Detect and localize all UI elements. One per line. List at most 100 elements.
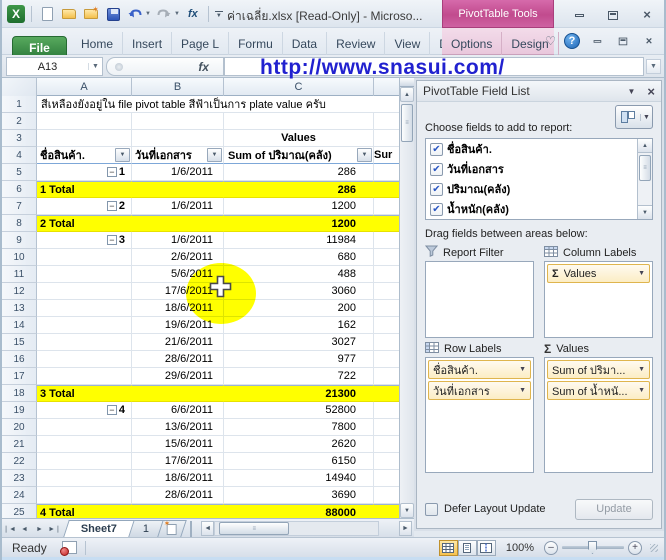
total-value-cell[interactable]: 1200: [224, 215, 374, 232]
group-cell[interactable]: [37, 419, 132, 436]
group-cell[interactable]: [37, 266, 132, 283]
panel-close-icon[interactable]: ×: [647, 84, 655, 99]
row-number[interactable]: 4: [2, 147, 37, 164]
vertical-scrollbar[interactable]: ▲ ≡ ▼: [399, 78, 414, 518]
open-folder-icon[interactable]: [60, 5, 78, 23]
group-cell[interactable]: −3: [37, 232, 132, 249]
row-number[interactable]: 6: [2, 181, 37, 198]
area-values-box[interactable]: Sum of ปริมา...▼Sum of น้ำหนั...▼: [544, 357, 653, 473]
collapse-icon[interactable]: −: [107, 167, 117, 177]
cell[interactable]: [132, 130, 224, 147]
row-number[interactable]: 22: [2, 453, 37, 470]
row-number[interactable]: 15: [2, 334, 37, 351]
undo-icon[interactable]: [126, 5, 144, 23]
field-scroll-down-icon[interactable]: ▼: [638, 205, 652, 219]
cell[interactable]: [374, 130, 399, 147]
first-sheet-icon[interactable]: ❘◄: [2, 521, 17, 537]
area-report-filter-box[interactable]: [425, 261, 534, 338]
row-number[interactable]: 20: [2, 419, 37, 436]
zoom-in-icon[interactable]: +: [628, 541, 642, 555]
tab-view[interactable]: View: [385, 32, 430, 55]
column-header-a[interactable]: A: [37, 78, 132, 96]
tab-options[interactable]: Options: [442, 32, 502, 55]
cell[interactable]: [37, 130, 132, 147]
hscroll-right-icon[interactable]: ►: [399, 521, 412, 536]
pivot-header-cell[interactable]: Sur: [374, 147, 399, 164]
row-number[interactable]: 5: [2, 164, 37, 181]
normal-view-icon[interactable]: [439, 540, 458, 556]
collapse-icon[interactable]: −: [107, 235, 117, 245]
filter-dropdown-icon[interactable]: ▼: [115, 148, 130, 162]
cell[interactable]: [132, 504, 224, 518]
pivot-header-cell[interactable]: ชื่อสินค้า.▼: [37, 147, 132, 164]
collapse-icon[interactable]: −: [107, 405, 117, 415]
value-cell[interactable]: 11984: [224, 232, 374, 249]
note-cell[interactable]: สีเหลืองยังอยู่ใน file pivot table สีฟ้า…: [37, 96, 399, 113]
group-cell[interactable]: [37, 283, 132, 300]
cell[interactable]: [374, 436, 399, 453]
save-icon[interactable]: [104, 5, 122, 23]
row-number[interactable]: 19: [2, 402, 37, 419]
column-header-b[interactable]: B: [132, 78, 224, 96]
cell[interactable]: [132, 215, 224, 232]
insert-worksheet-icon[interactable]: [157, 520, 187, 537]
field-checkbox[interactable]: ✔: [430, 203, 443, 216]
value-cell[interactable]: 286: [224, 164, 374, 181]
group-cell[interactable]: [37, 470, 132, 487]
zoom-out-icon[interactable]: –: [544, 541, 558, 555]
cell[interactable]: [37, 113, 132, 130]
date-cell[interactable]: 1/6/2011: [132, 232, 224, 249]
row-number[interactable]: 23: [2, 470, 37, 487]
undo-caret-icon[interactable]: ▼: [145, 11, 151, 17]
redo-caret-icon[interactable]: ▼: [174, 11, 180, 17]
row-number[interactable]: 18: [2, 385, 37, 402]
total-value-cell[interactable]: 88000: [224, 504, 374, 518]
field-checkbox[interactable]: ✔: [430, 143, 443, 156]
cell[interactable]: [374, 215, 399, 232]
total-label-cell[interactable]: 3 Total: [37, 385, 132, 402]
field-item[interactable]: ✔วันที่เอกสาร: [426, 159, 637, 179]
open-recent-icon[interactable]: [82, 5, 100, 23]
collapse-icon[interactable]: −: [107, 201, 117, 211]
field-pill[interactable]: Sum of ปริมา...▼: [547, 360, 650, 379]
customize-qat-icon[interactable]: ▼: [215, 11, 223, 18]
row-number[interactable]: 16: [2, 351, 37, 368]
pill-dropdown-icon[interactable]: ▼: [638, 366, 645, 373]
row-number[interactable]: 17: [2, 368, 37, 385]
last-sheet-icon[interactable]: ►❘: [47, 521, 62, 537]
cell[interactable]: [374, 470, 399, 487]
panel-menu-caret-icon[interactable]: ▼: [627, 87, 635, 96]
hscroll-thumb[interactable]: ≡: [219, 522, 289, 535]
row-number[interactable]: 8: [2, 215, 37, 232]
field-pill[interactable]: ชื่อสินค้า.▼: [428, 360, 531, 379]
help-icon[interactable]: ?: [564, 33, 580, 49]
field-list-scrollbar[interactable]: ▲ ≡ ▼: [637, 139, 652, 219]
row-number[interactable]: 9: [2, 232, 37, 249]
tab-page-l[interactable]: Page L: [172, 32, 229, 55]
pivot-header-cell[interactable]: วันที่เอกสาร▼: [132, 147, 224, 164]
excel-logo-icon[interactable]: X: [7, 5, 25, 23]
date-cell[interactable]: 28/6/2011: [132, 351, 224, 368]
zoom-slider-handle[interactable]: [588, 541, 597, 554]
cell[interactable]: [374, 266, 399, 283]
workbook-close-button[interactable]: ×: [641, 35, 656, 47]
row-number[interactable]: 13: [2, 300, 37, 317]
cell[interactable]: [132, 181, 224, 198]
insert-function-button[interactable]: fx: [198, 60, 209, 74]
pill-dropdown-icon[interactable]: ▼: [519, 366, 526, 373]
row-number[interactable]: 24: [2, 487, 37, 504]
field-pill[interactable]: วันที่เอกสาร▼: [428, 381, 531, 400]
tab-review[interactable]: Review: [327, 32, 385, 55]
group-cell[interactable]: [37, 317, 132, 334]
column-header-partial[interactable]: [374, 78, 399, 96]
group-cell[interactable]: −4: [37, 402, 132, 419]
value-cell[interactable]: 7800: [224, 419, 374, 436]
cell[interactable]: [374, 198, 399, 215]
scroll-down-icon[interactable]: ▼: [400, 503, 414, 518]
insert-function-icon[interactable]: fx: [184, 5, 202, 23]
scrollbar-thumb[interactable]: ≡: [401, 104, 413, 142]
field-pill[interactable]: ΣValues▼: [547, 264, 650, 283]
redo-icon[interactable]: [155, 5, 173, 23]
field-scrollbar-thumb[interactable]: ≡: [639, 155, 651, 181]
cell[interactable]: [374, 402, 399, 419]
